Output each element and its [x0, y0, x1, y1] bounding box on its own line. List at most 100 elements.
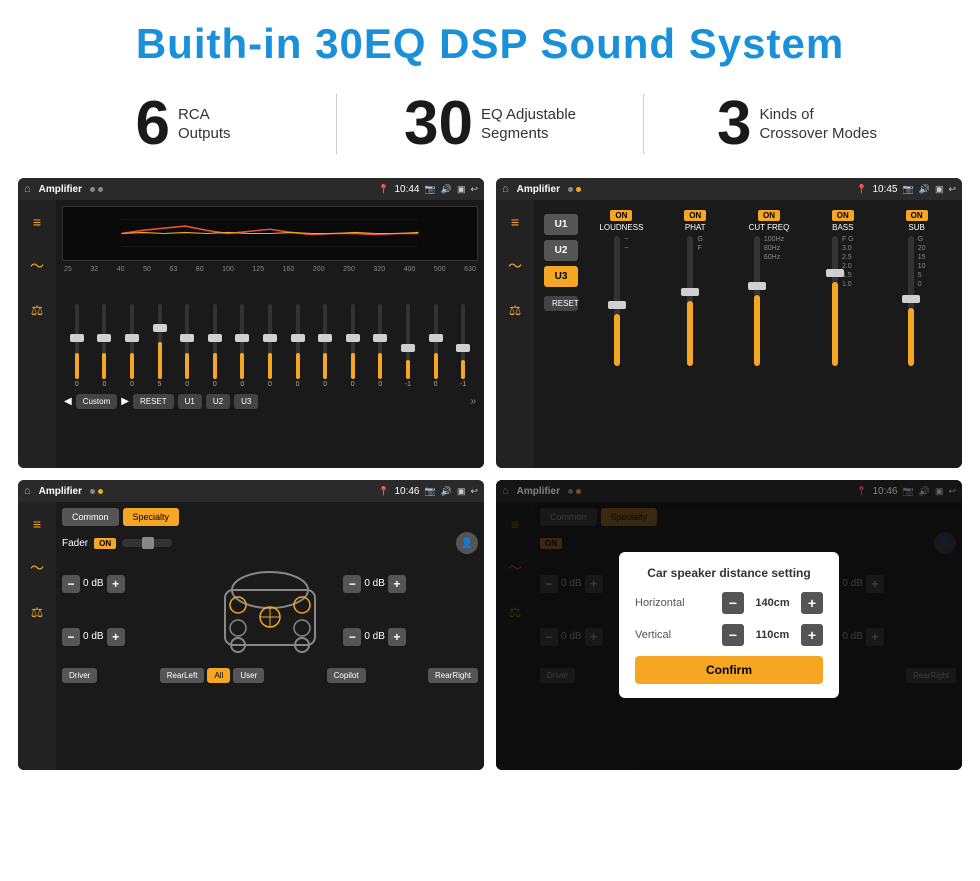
- preset-u1-btn[interactable]: U1: [544, 214, 578, 235]
- eq-slider-2[interactable]: 0: [92, 304, 118, 388]
- eq-u3-btn[interactable]: U3: [234, 394, 258, 409]
- fader-location-icon: 📍: [378, 486, 389, 497]
- vol-lt-plus[interactable]: +: [107, 575, 125, 593]
- dialog-horizontal-minus[interactable]: −: [722, 592, 744, 614]
- zone-nav-group: RearLeft All User: [160, 668, 264, 683]
- fader-on-badge[interactable]: ON: [94, 538, 116, 549]
- eq-slider-10[interactable]: 0: [312, 304, 338, 388]
- zone-copilot-btn[interactable]: Copilot: [327, 668, 366, 683]
- crossover-home-icon[interactable]: ⌂: [502, 183, 509, 195]
- eq-slider-3[interactable]: 0: [119, 304, 145, 388]
- dialog-vertical-plus[interactable]: +: [801, 624, 823, 646]
- fader-app-name: Amplifier: [39, 486, 82, 497]
- wave-icon[interactable]: 〜: [23, 252, 51, 280]
- dialog-vertical-row: Vertical − 110cm +: [635, 624, 823, 646]
- fader-slider[interactable]: [122, 539, 172, 547]
- eq-reset-btn[interactable]: RESET: [133, 394, 174, 409]
- fader-content: ≡ 〜 ⚖ Common Specialty Fader ON 👤: [18, 502, 484, 770]
- car-diagram: [203, 560, 338, 660]
- vol-lt-minus[interactable]: −: [62, 575, 80, 593]
- fader-top-row: Fader ON 👤: [62, 532, 478, 554]
- preset-u2-btn[interactable]: U2: [544, 240, 578, 261]
- eq-prev-btn[interactable]: ◀: [64, 396, 72, 407]
- ctrl-loudness-slider[interactable]: [614, 236, 620, 366]
- eq-custom-btn[interactable]: Custom: [76, 394, 118, 409]
- ctrl-cutfreq-slider[interactable]: [754, 236, 760, 366]
- eq-slider-6[interactable]: 0: [202, 304, 228, 388]
- eq-slider-11[interactable]: 0: [340, 304, 366, 388]
- fader-eq-icon[interactable]: ≡: [23, 510, 51, 538]
- profile-icon[interactable]: 👤: [456, 532, 478, 554]
- confirm-button[interactable]: Confirm: [635, 656, 823, 684]
- back-icon[interactable]: ↩: [470, 184, 478, 195]
- dialog-horizontal-plus[interactable]: +: [801, 592, 823, 614]
- zone-driver-btn[interactable]: Driver: [62, 668, 97, 683]
- dialog-vertical-value: 110cm: [750, 629, 795, 641]
- crossover-status-right: 📍 10:45 📷 🔊 ▣ ↩: [856, 184, 956, 195]
- eq-slider-4[interactable]: 5: [147, 304, 173, 388]
- zone-user-btn[interactable]: User: [233, 668, 264, 683]
- preset-u3-btn[interactable]: U3: [544, 266, 578, 287]
- eq-slider-15[interactable]: -1: [450, 304, 476, 388]
- eq-u2-btn[interactable]: U2: [206, 394, 230, 409]
- ctrl-cutfreq-on[interactable]: ON: [758, 210, 780, 221]
- zone-rearright-btn[interactable]: RearRight: [428, 668, 478, 683]
- stat-eq: 30 EQ Adjustable Segments: [347, 93, 633, 155]
- crossover-app-name: Amplifier: [517, 184, 560, 195]
- home-icon[interactable]: ⌂: [24, 183, 31, 195]
- eq-slider-12[interactable]: 0: [368, 304, 394, 388]
- crossover-back-icon[interactable]: ↩: [948, 184, 956, 195]
- ctrl-bass-label: BASS: [832, 223, 853, 232]
- crossover-reset-btn[interactable]: RESET: [544, 296, 578, 311]
- vol-lb-plus[interactable]: +: [107, 628, 125, 646]
- ctrl-phat-on[interactable]: ON: [684, 210, 706, 221]
- crossover-wave-icon[interactable]: 〜: [501, 252, 529, 280]
- eq-status-bar: ⌂ Amplifier 📍 10:44 📷 🔊 ▣ ↩: [18, 178, 484, 200]
- eq-u1-btn[interactable]: U1: [178, 394, 202, 409]
- dialog-vertical-minus[interactable]: −: [722, 624, 744, 646]
- eq-slider-8[interactable]: 0: [257, 304, 283, 388]
- eq-graph: [62, 206, 478, 261]
- car-svg: [210, 560, 330, 660]
- eq-left-icons: ≡ 〜 ⚖: [18, 200, 56, 468]
- crossover-eq-icon[interactable]: ≡: [501, 208, 529, 236]
- eq-play-btn[interactable]: ▶: [121, 396, 129, 407]
- tab-specialty[interactable]: Specialty: [123, 508, 180, 526]
- eq-icon[interactable]: ≡: [23, 208, 51, 236]
- fader-back-icon[interactable]: ↩: [470, 486, 478, 497]
- ctrl-sub-slider[interactable]: [908, 236, 914, 366]
- crossover-screen-icon: ▣: [935, 184, 944, 195]
- balance-icon[interactable]: ⚖: [23, 296, 51, 324]
- ctrl-bass-on[interactable]: ON: [832, 210, 854, 221]
- eq-scroll-right[interactable]: »: [470, 396, 476, 407]
- fader-balance-icon[interactable]: ⚖: [23, 598, 51, 626]
- ctrl-bass-slider[interactable]: [832, 236, 838, 366]
- vol-rt-minus[interactable]: −: [343, 575, 361, 593]
- stat-divider-1: [336, 94, 337, 154]
- stat-crossover-number: 3: [717, 93, 751, 155]
- vol-rb-plus[interactable]: +: [388, 628, 406, 646]
- vol-lb-minus[interactable]: −: [62, 628, 80, 646]
- fader-wave-icon[interactable]: 〜: [23, 554, 51, 582]
- vol-rt-plus[interactable]: +: [388, 575, 406, 593]
- vol-rt-value: 0 dB: [364, 578, 385, 589]
- eq-slider-1[interactable]: 0: [64, 304, 90, 388]
- ctrl-phat-slider[interactable]: [687, 236, 693, 366]
- eq-slider-7[interactable]: 0: [230, 304, 256, 388]
- ctrl-sub-on[interactable]: ON: [906, 210, 928, 221]
- zone-rearleft-btn[interactable]: RearLeft: [160, 668, 205, 683]
- eq-slider-13[interactable]: -1: [395, 304, 421, 388]
- ctrl-loudness-on[interactable]: ON: [610, 210, 632, 221]
- eq-slider-5[interactable]: 0: [174, 304, 200, 388]
- tab-common[interactable]: Common: [62, 508, 119, 526]
- fader-home-icon[interactable]: ⌂: [24, 485, 31, 497]
- eq-slider-14[interactable]: 0: [423, 304, 449, 388]
- crossover-screen: ⌂ Amplifier 📍 10:45 📷 🔊 ▣ ↩ ≡ 〜 ⚖: [496, 178, 962, 468]
- eq-slider-9[interactable]: 0: [285, 304, 311, 388]
- crossover-balance-icon[interactable]: ⚖: [501, 296, 529, 324]
- vol-lt-value: 0 dB: [83, 578, 104, 589]
- fader-main-area: Common Specialty Fader ON 👤 − 0 d: [56, 502, 484, 770]
- zone-all-btn[interactable]: All: [207, 668, 230, 683]
- vol-rb-minus[interactable]: −: [343, 628, 361, 646]
- screen-icon: ▣: [457, 184, 466, 195]
